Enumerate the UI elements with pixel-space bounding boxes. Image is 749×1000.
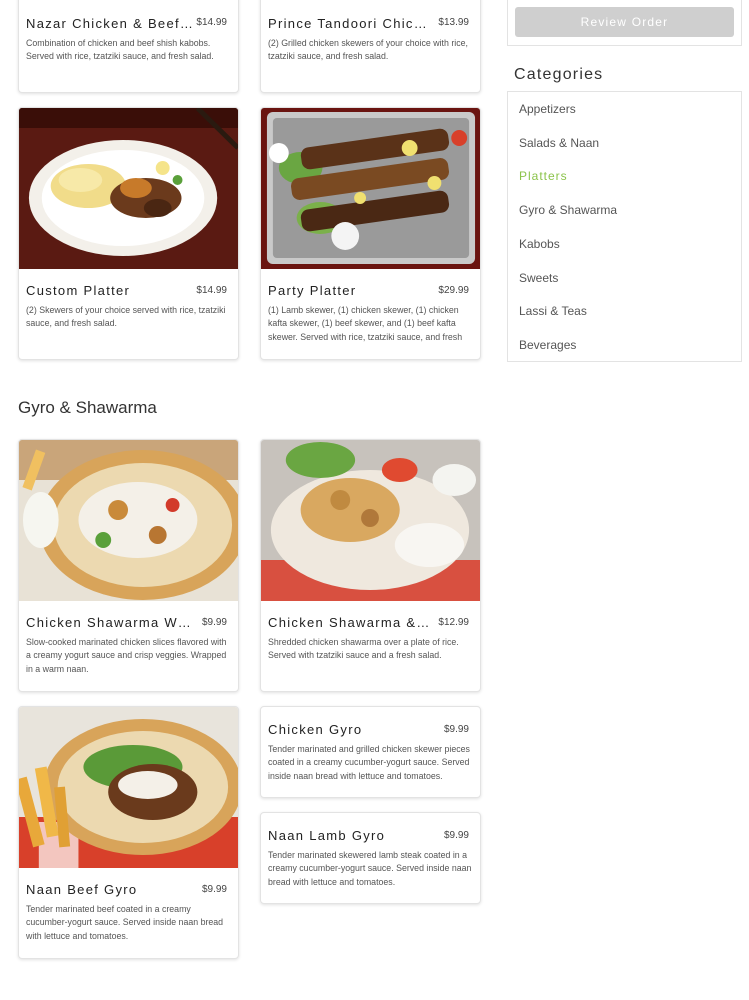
menu-item-title: Naan Lamb Gyro <box>268 828 386 843</box>
menu-item-description: Tender marinated beef coated in a creamy… <box>26 904 224 941</box>
menu-item-photo <box>261 108 480 269</box>
category-lassi-teas[interactable]: Lassi & Teas <box>519 304 587 318</box>
menu-item-card[interactable]: Chicken Gyro $9.99 Tender marinated and … <box>260 706 481 798</box>
menu-item-photo <box>19 707 238 868</box>
menu-item-card[interactable]: Custom Platter $14.99 (2) Skewers of you… <box>18 107 239 360</box>
menu-item-photo <box>19 108 238 269</box>
menu-item-card[interactable]: Nazar Chicken & Beef Platter $14.99 Comb… <box>18 0 239 93</box>
menu-item-description: (2) Grilled chicken skewers of your choi… <box>268 38 468 62</box>
menu-item-photo <box>19 440 238 601</box>
menu-item-price: $12.99 <box>438 617 469 628</box>
menu-item-price: $14.99 <box>196 285 227 296</box>
menu-item-price: $29.99 <box>438 285 469 296</box>
category-platters[interactable]: Platters <box>519 169 568 183</box>
order-panel: Review Order <box>507 0 742 46</box>
menu-item-price: $9.99 <box>443 724 469 735</box>
menu-item-card[interactable]: Prince Tandoori Chicken Platter $13.99 (… <box>260 0 481 93</box>
category-salads-naan[interactable]: Salads & Naan <box>519 136 599 150</box>
menu-item-title: Party Platter <box>268 283 357 298</box>
category-sweets[interactable]: Sweets <box>519 271 558 285</box>
menu-item-card[interactable]: Party Platter $29.99 (1) Lamb skewer, (1… <box>260 107 481 360</box>
menu-item-title: Naan Beef Gyro <box>26 882 138 897</box>
menu-item-description: (1) Lamb skewer, (1) chicken skewer, (1)… <box>268 305 463 346</box>
menu-item-description: Shredded chicken shawarma over a plate o… <box>268 637 459 661</box>
menu-item-title: Chicken Shawarma Wrap <box>26 615 191 630</box>
category-list: Appetizers Salads & Naan Platters Gyro &… <box>507 91 742 362</box>
menu-item-card[interactable]: Naan Lamb Gyro $9.99 Tender marinated sk… <box>260 812 481 904</box>
menu-item-card[interactable]: Chicken Shawarma & Rice $12.99 Shredded … <box>260 439 481 692</box>
menu-item-price: $13.99 <box>438 17 469 28</box>
category-gyro-shawarma[interactable]: Gyro & Shawarma <box>519 203 617 217</box>
menu-item-description: Tender marinated skewered lamb steak coa… <box>268 850 472 887</box>
menu-item-description: Tender marinated and grilled chicken ske… <box>268 744 470 781</box>
categories-heading: Categories <box>514 66 604 83</box>
menu-item-card[interactable]: Naan Beef Gyro $9.99 Tender marinated be… <box>18 706 239 959</box>
menu-item-card[interactable]: Chicken Shawarma Wrap $9.99 Slow-cooked … <box>18 439 239 692</box>
menu-item-price: $9.99 <box>443 830 469 841</box>
menu-item-description: (2) Skewers of your choice served with r… <box>26 305 226 329</box>
menu-item-description: Combination of chicken and beef shish ka… <box>26 38 214 62</box>
menu-item-title: Prince Tandoori Chicken Platter <box>268 16 434 31</box>
category-appetizers[interactable]: Appetizers <box>519 102 576 116</box>
review-order-button[interactable]: Review Order <box>515 7 734 37</box>
menu-item-price: $9.99 <box>201 884 227 895</box>
category-kabobs[interactable]: Kabobs <box>519 237 560 251</box>
menu-item-price: $9.99 <box>201 617 227 628</box>
menu-item-price: $14.99 <box>196 17 227 28</box>
menu-item-photo <box>261 440 480 601</box>
menu-item-description: Slow-cooked marinated chicken slices fla… <box>26 637 227 674</box>
menu-item-title: Nazar Chicken & Beef Platter <box>26 16 194 31</box>
menu-item-title: Chicken Shawarma & Rice <box>268 615 433 630</box>
menu-item-title: Custom Platter <box>26 283 131 298</box>
menu-item-title: Chicken Gyro <box>268 722 363 737</box>
category-beverages[interactable]: Beverages <box>519 338 576 352</box>
section-title: Gyro & Shawarma <box>18 398 157 417</box>
